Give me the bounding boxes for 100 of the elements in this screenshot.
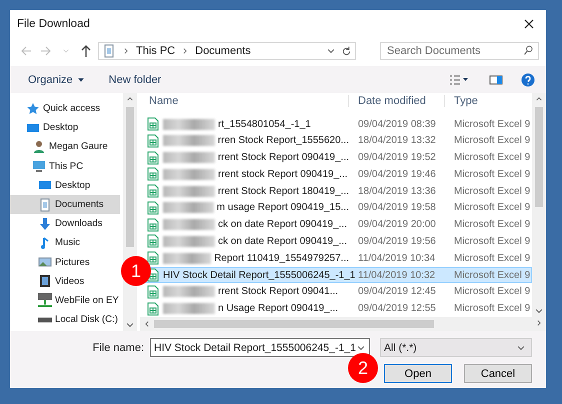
search-field[interactable]: Search Documents	[380, 42, 539, 60]
network-drive-icon	[38, 293, 52, 308]
file-name: ck on date Report 090419_...	[218, 236, 347, 247]
caret-icon	[62, 47, 70, 55]
spreadsheet-file-icon	[146, 218, 160, 232]
file-name: rrent Stock Report 090419_...	[218, 152, 349, 164]
date-cell-text: 09/04/2019 08:39	[357, 118, 437, 130]
spreadsheet-file-icon	[146, 251, 160, 266]
nav-item[interactable]: Quick access	[10, 99, 120, 118]
chevron-icon	[181, 47, 190, 55]
file-name: Report 110419_1554979257...	[214, 252, 349, 264]
file-row[interactable]: rrent stock Report 090419_... 09/04/2019 19:46 Microsoft Excel 9	[140, 166, 532, 183]
date-cell-text: 09/04/2019 19:52	[357, 152, 437, 164]
chevron-icon	[122, 47, 130, 55]
breadcrumb-item[interactable]: Documents	[195, 45, 251, 57]
file-row[interactable]: rrent Stock Report 09041... 09/04/2019 12:45 Microsoft Excel 9	[140, 283, 532, 300]
column-header[interactable]: Name	[140, 95, 348, 108]
file-name-field[interactable]: HIV Stock Detail Report_1555006245_-1_1	[150, 338, 370, 357]
new-folder-button[interactable]: New folder	[104, 72, 166, 88]
up-chevron-icon	[535, 95, 543, 103]
file-type-dropdown[interactable]: All (*.*)	[380, 338, 532, 357]
type-cell-text: Microsoft Excel 9	[453, 168, 531, 180]
type-cell-text: Microsoft Excel 9	[453, 252, 531, 264]
help-icon	[521, 72, 535, 86]
file-row[interactable]: ck on date Report 090419_... 09/04/2019 20:00 Microsoft Excel 9	[140, 216, 532, 234]
file-row[interactable]: ck on date Report 090419_... 09/04/2019 19:56 Microsoft Excel 9	[140, 233, 532, 250]
spreadsheet-file-icon	[146, 284, 160, 299]
computer-icon	[32, 159, 46, 174]
nav-item[interactable]: Downloads	[10, 214, 120, 234]
drive-icon	[38, 316, 52, 324]
file-name: m usage Report 090419_15...	[216, 202, 349, 214]
file-row[interactable]: rt_1554801054_-1_1 09/04/2019 08:39 Microsoft Excel 9	[140, 116, 532, 132]
nav-item[interactable]: Videos	[10, 272, 120, 291]
pane-icon	[489, 72, 503, 86]
scrollbar[interactable]	[532, 93, 546, 317]
type-cell-text: Microsoft Excel 9	[453, 118, 531, 130]
date-cell-text: 09/04/2019 12:55	[357, 303, 437, 314]
up-chevron-icon	[126, 95, 134, 103]
left-chevron-icon	[143, 320, 151, 328]
window-title: File Download	[17, 18, 90, 30]
star-icon	[26, 102, 40, 116]
column-header[interactable]: Type	[444, 95, 530, 108]
right-chevron-icon	[535, 319, 543, 327]
type-cell-text: Microsoft Excel 9	[453, 236, 531, 247]
date-cell-text: 09/04/2019 20:00	[357, 219, 437, 230]
nav-item[interactable]: Desktop	[10, 118, 120, 138]
film-icon	[38, 274, 52, 288]
help-button[interactable]	[520, 70, 536, 88]
nav-item[interactable]: This PC	[10, 156, 120, 176]
caret-icon	[76, 76, 85, 84]
nav-item[interactable]: Desktop	[10, 176, 120, 195]
date-cell-text: 18/04/2019 13:32	[357, 135, 437, 146]
open-button[interactable]: Open	[384, 364, 452, 383]
file-row[interactable]: n Usage Report 090419_... 09/04/2019 12:55 Microsoft Excel 9	[140, 300, 532, 317]
caret-icon	[462, 76, 468, 83]
file-row[interactable]: rrent Stock Report 180419_... 18/04/2019 13:36 Microsoft Excel 9	[140, 182, 532, 200]
date-cell-text: 18/04/2019 13:36	[357, 186, 437, 197]
back-arrow-icon	[19, 44, 33, 58]
spreadsheet-file-icon	[146, 167, 160, 182]
column-header[interactable]: Date modified	[348, 95, 444, 108]
nav-item[interactable]: Megan Gaure	[10, 137, 120, 157]
nav-item[interactable]: Documents	[10, 194, 120, 214]
document-icon	[102, 44, 116, 58]
nav-item[interactable]: Pictures	[10, 252, 120, 272]
address-bar[interactable]: This PC Documents	[98, 42, 356, 60]
file-name: rrent stock Report 090419_...	[218, 168, 348, 180]
spreadsheet-file-icon	[146, 302, 160, 316]
spreadsheet-file-icon	[146, 200, 160, 215]
up-arrow-icon	[79, 44, 93, 58]
file-name-label: File name:	[92, 342, 144, 354]
callout-badge: 1	[121, 256, 151, 286]
file-row[interactable]: rren Stock Report_1555620... 18/04/2019 13:32 Microsoft Excel 9	[140, 132, 532, 150]
file-name: rt_1554801054_-1_1	[218, 118, 311, 130]
date-cell-text: 09/04/2019 19:46	[357, 168, 437, 180]
nav-item[interactable]: Local Disk (C:)	[10, 310, 120, 330]
file-name: ck on date Report 090419_...	[218, 219, 347, 230]
file-name: rren Stock Report_1555620...	[218, 135, 349, 146]
close-icon	[522, 17, 536, 31]
search-icon	[523, 45, 534, 56]
breadcrumb-item[interactable]: This PC	[136, 45, 176, 57]
organize-button[interactable]: Organize	[24, 72, 89, 88]
type-cell-text: Microsoft Excel 9	[453, 135, 531, 146]
file-row[interactable]: m usage Report 090419_15... 09/04/2019 19:58 Microsoft Excel 9	[140, 200, 532, 216]
spreadsheet-file-icon	[146, 234, 160, 248]
spreadsheet-file-icon	[146, 184, 160, 198]
type-cell-text: Microsoft Excel 9	[453, 286, 531, 298]
refresh-icon	[341, 46, 352, 56]
horizontal-scrollbar[interactable]	[140, 317, 546, 331]
date-cell-text: 09/04/2019 19:58	[357, 202, 437, 214]
nav-item[interactable]: Music	[10, 233, 120, 252]
nav-item[interactable]: WebFile on EY	[10, 290, 120, 310]
spreadsheet-file-icon	[146, 134, 160, 148]
type-cell-text: Microsoft Excel 9	[453, 270, 531, 280]
cancel-button[interactable]: Cancel	[464, 364, 532, 383]
type-cell-text: Microsoft Excel 9	[453, 219, 531, 230]
date-cell-text: 09/04/2019 19:56	[357, 236, 437, 247]
file-row[interactable]: rrent Stock Report 090419_... 09/04/2019 19:52 Microsoft Excel 9	[140, 149, 532, 166]
file-name: HIV Stock Detail Report_1555006245_-1_1	[163, 270, 356, 280]
type-cell-text: Microsoft Excel 9	[453, 152, 531, 164]
type-cell-text: Microsoft Excel 9	[453, 303, 531, 314]
